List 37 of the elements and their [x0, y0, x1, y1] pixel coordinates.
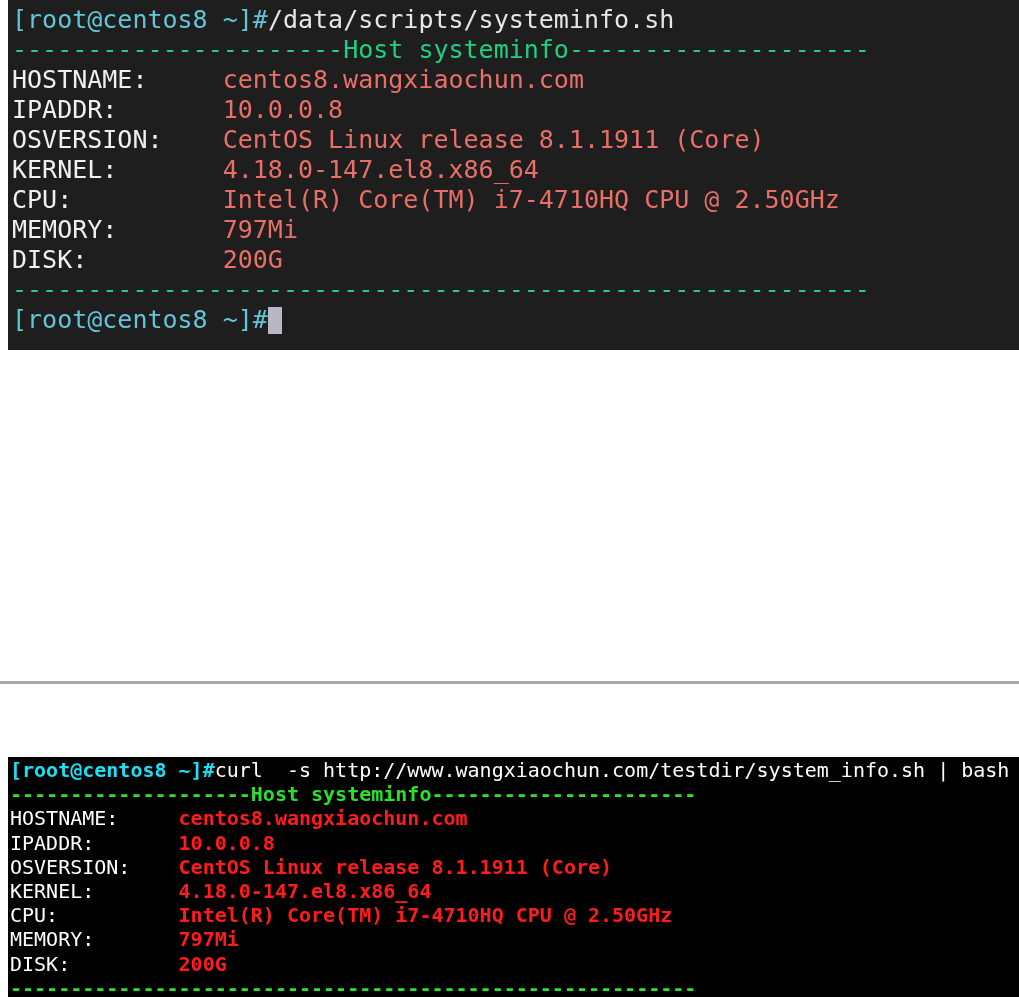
- info-label: OSVERSION:: [12, 125, 164, 155]
- info-label: OSVERSION:: [10, 854, 132, 879]
- info-value: centos8.wangxiaochun.com: [178, 806, 468, 831]
- info-value: centos8.wangxiaochun.com: [222, 65, 584, 95]
- info-label: DISK:: [10, 951, 72, 976]
- section-header: ----------------------Host systeminfo--------------------: [12, 35, 870, 65]
- info-label: HOSTNAME:: [10, 806, 120, 831]
- info-label: KERNEL:: [10, 879, 96, 904]
- info-value: 4.18.0-147.el8.x86_64: [222, 155, 539, 185]
- shell-prompt: [root@centos8 ~]#: [10, 758, 215, 783]
- info-value: 10.0.0.8: [178, 830, 275, 855]
- info-value: CentOS Linux release 8.1.1911 (Core): [222, 125, 765, 155]
- info-label: HOSTNAME:: [12, 65, 149, 95]
- info-label: CPU:: [12, 185, 74, 215]
- dashed-rule-text: ---------------------------------------------------------: [10, 975, 697, 997]
- info-value: 200G: [178, 951, 227, 976]
- section-header: --------------------Host systeminfo----------------------: [10, 782, 697, 807]
- info-label: MEMORY:: [10, 927, 96, 952]
- info-value: 10.0.0.8: [222, 95, 344, 125]
- info-value: CentOS Linux release 8.1.1911 (Core): [178, 854, 613, 879]
- command-text: /data/scripts/systeminfo.sh: [267, 5, 675, 35]
- info-value: 200G: [222, 245, 283, 275]
- info-label: IPADDR:: [12, 95, 119, 125]
- info-value: 4.18.0-147.el8.x86_64: [178, 879, 432, 904]
- dashed-rule-text: ---------------------------------------------------------: [12, 275, 870, 305]
- info-value: Intel(R) Core(TM) i7-4710HQ CPU @ 2.50GHz: [222, 185, 840, 215]
- info-label: IPADDR:: [10, 830, 96, 855]
- info-label: KERNEL:: [12, 155, 119, 185]
- shell-prompt: [root@centos8 ~]#: [12, 5, 268, 35]
- info-value: Intel(R) Core(TM) i7-4710HQ CPU @ 2.50GHz: [178, 903, 673, 928]
- info-label: MEMORY:: [12, 215, 119, 245]
- shell-prompt: [root@centos8 ~]#: [12, 305, 268, 335]
- info-value: 797Mi: [178, 927, 239, 952]
- command-text: curl -s http://www.wangxiaochun.com/testdir/system_info.sh | bash: [214, 758, 1010, 783]
- info-label: DISK:: [12, 245, 89, 275]
- info-value: 797Mi: [222, 215, 298, 245]
- info-label: CPU:: [10, 903, 60, 928]
